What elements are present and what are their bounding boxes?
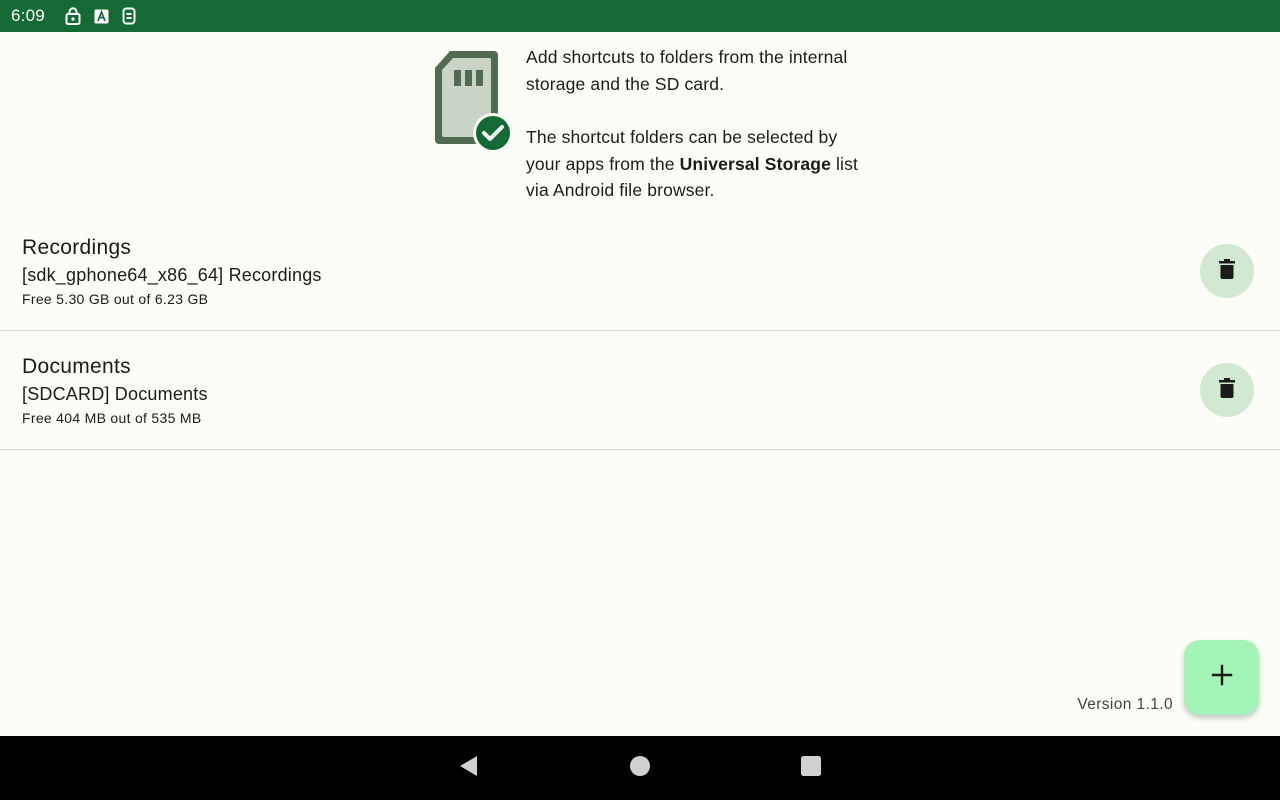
shortcut-row[interactable]: Documents [SDCARD] Documents Free 404 MB…: [0, 331, 1280, 450]
recents-button[interactable]: [799, 755, 823, 782]
shortcut-title: Recordings: [22, 236, 132, 259]
sd-card-check-icon: [432, 48, 516, 153]
add-shortcut-button[interactable]: [1184, 640, 1259, 715]
universal-storage-label: Universal Storage: [679, 153, 831, 174]
shortcut-row[interactable]: Recordings [sdk_gphone64_x86_64] Recordi…: [0, 212, 1280, 331]
plus-icon: [1211, 664, 1233, 691]
lock-icon: [65, 7, 81, 25]
shortcut-free-space: Free 5.30 GB out of 6.23 GB: [22, 291, 209, 307]
intro-text: Add shortcuts to folders from the intern…: [526, 44, 866, 204]
sim-icon: [122, 7, 136, 25]
status-time: 6:09: [11, 6, 45, 25]
shortcut-path: [sdk_gphone64_x86_64] Recordings: [22, 265, 322, 285]
text-a-icon: [94, 9, 109, 24]
home-icon: [629, 755, 651, 782]
trash-icon: [1218, 377, 1236, 404]
intro-paragraph-1: Add shortcuts to folders from the intern…: [526, 47, 848, 94]
home-button[interactable]: [628, 755, 652, 782]
back-button[interactable]: [456, 754, 480, 783]
version-label: Version 1.1.0: [1077, 696, 1173, 713]
trash-icon: [1218, 258, 1236, 285]
navigation-bar: [0, 736, 1280, 800]
shortcut-free-space: Free 404 MB out of 535 MB: [22, 410, 202, 426]
intro-header: Add shortcuts to folders from the intern…: [0, 32, 1280, 212]
delete-shortcut-button[interactable]: [1200, 363, 1254, 417]
back-icon: [457, 754, 479, 783]
shortcut-title: Documents: [22, 355, 131, 378]
shortcut-path: [SDCARD] Documents: [22, 384, 208, 404]
status-bar: 6:09: [0, 0, 1280, 32]
recents-icon: [800, 755, 822, 782]
delete-shortcut-button[interactable]: [1200, 244, 1254, 298]
intro-paragraph-2: The shortcut folders can be selected by …: [526, 124, 866, 204]
status-icons: [65, 7, 136, 25]
